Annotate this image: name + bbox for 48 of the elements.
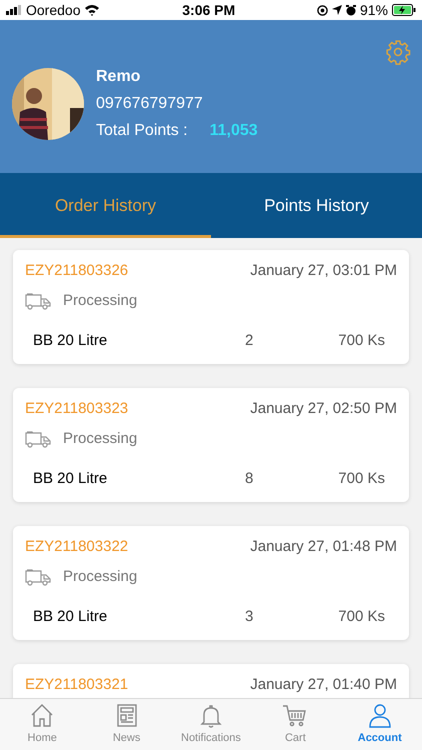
truck-icon <box>25 430 51 448</box>
order-date: January 27, 03:01 PM <box>250 262 397 280</box>
item-name: BB 20 Litre <box>33 330 108 350</box>
carrier-name: Ooredoo <box>26 0 80 20</box>
item-name: BB 20 Litre <box>33 468 108 488</box>
truck-icon <box>25 292 51 310</box>
tab-bar-item[interactable]: News <box>88 702 165 747</box>
quantity: 2 <box>245 330 254 350</box>
battery-percent: 91% <box>360 0 388 20</box>
phone-number: 097676797977 <box>96 94 204 113</box>
tab-bar-item[interactable]: Home <box>4 702 80 747</box>
order-card[interactable]: EZY211803323 January 27, 02:50 PM Processing BB 20 Litre 8 700 Ks <box>13 388 409 502</box>
price: 700 Ks <box>337 468 385 488</box>
points-label: Total Points : <box>96 121 188 140</box>
price: 700 Ks <box>337 606 385 626</box>
order-status: Processing <box>63 291 138 311</box>
tab[interactable]: Points History <box>211 173 422 238</box>
order-card[interactable]: EZY211803326 January 27, 03:01 PM Processing BB 20 Litre 2 700 Ks <box>13 250 409 364</box>
order-date: January 27, 01:40 PM <box>250 676 397 694</box>
orientation-lock-icon <box>316 4 328 16</box>
tab[interactable]: Order History <box>0 173 211 238</box>
location-arrow-icon <box>332 5 342 15</box>
order-status: Processing <box>63 429 138 449</box>
order-card[interactable]: EZY211803322 January 27, 01:48 PM Processing BB 20 Litre 3 700 Ks <box>13 526 409 640</box>
order-number: EZY211803321 <box>25 676 128 694</box>
settings-icon[interactable] <box>385 39 411 65</box>
truck-icon <box>25 568 51 586</box>
points-value: 11,053 <box>210 121 258 140</box>
clock-time: 3:06 PM <box>182 0 236 20</box>
order-number: EZY211803323 <box>25 400 128 418</box>
battery-charging-icon <box>392 4 416 16</box>
alarm-icon <box>346 4 356 16</box>
order-number: EZY211803326 <box>25 262 128 280</box>
tab-bar-item[interactable]: Cart <box>257 702 334 747</box>
tab-bar-item[interactable]: Notifications <box>172 702 249 747</box>
tab-bar-item[interactable]: Account <box>342 702 418 747</box>
quantity: 8 <box>245 468 254 488</box>
wifi-icon <box>84 4 100 16</box>
item-name: BB 20 Litre <box>33 606 108 626</box>
order-number: EZY211803322 <box>25 538 128 556</box>
price: 700 Ks <box>337 330 385 350</box>
user-name: Remo <box>96 67 142 86</box>
signal-icon <box>6 5 22 15</box>
order-date: January 27, 01:48 PM <box>250 538 397 556</box>
quantity: 3 <box>245 606 254 626</box>
order-date: January 27, 02:50 PM <box>250 400 397 418</box>
order-status: Processing <box>63 567 138 587</box>
order-card[interactable]: EZY211803321 January 27, 01:40 PM <box>13 664 409 698</box>
